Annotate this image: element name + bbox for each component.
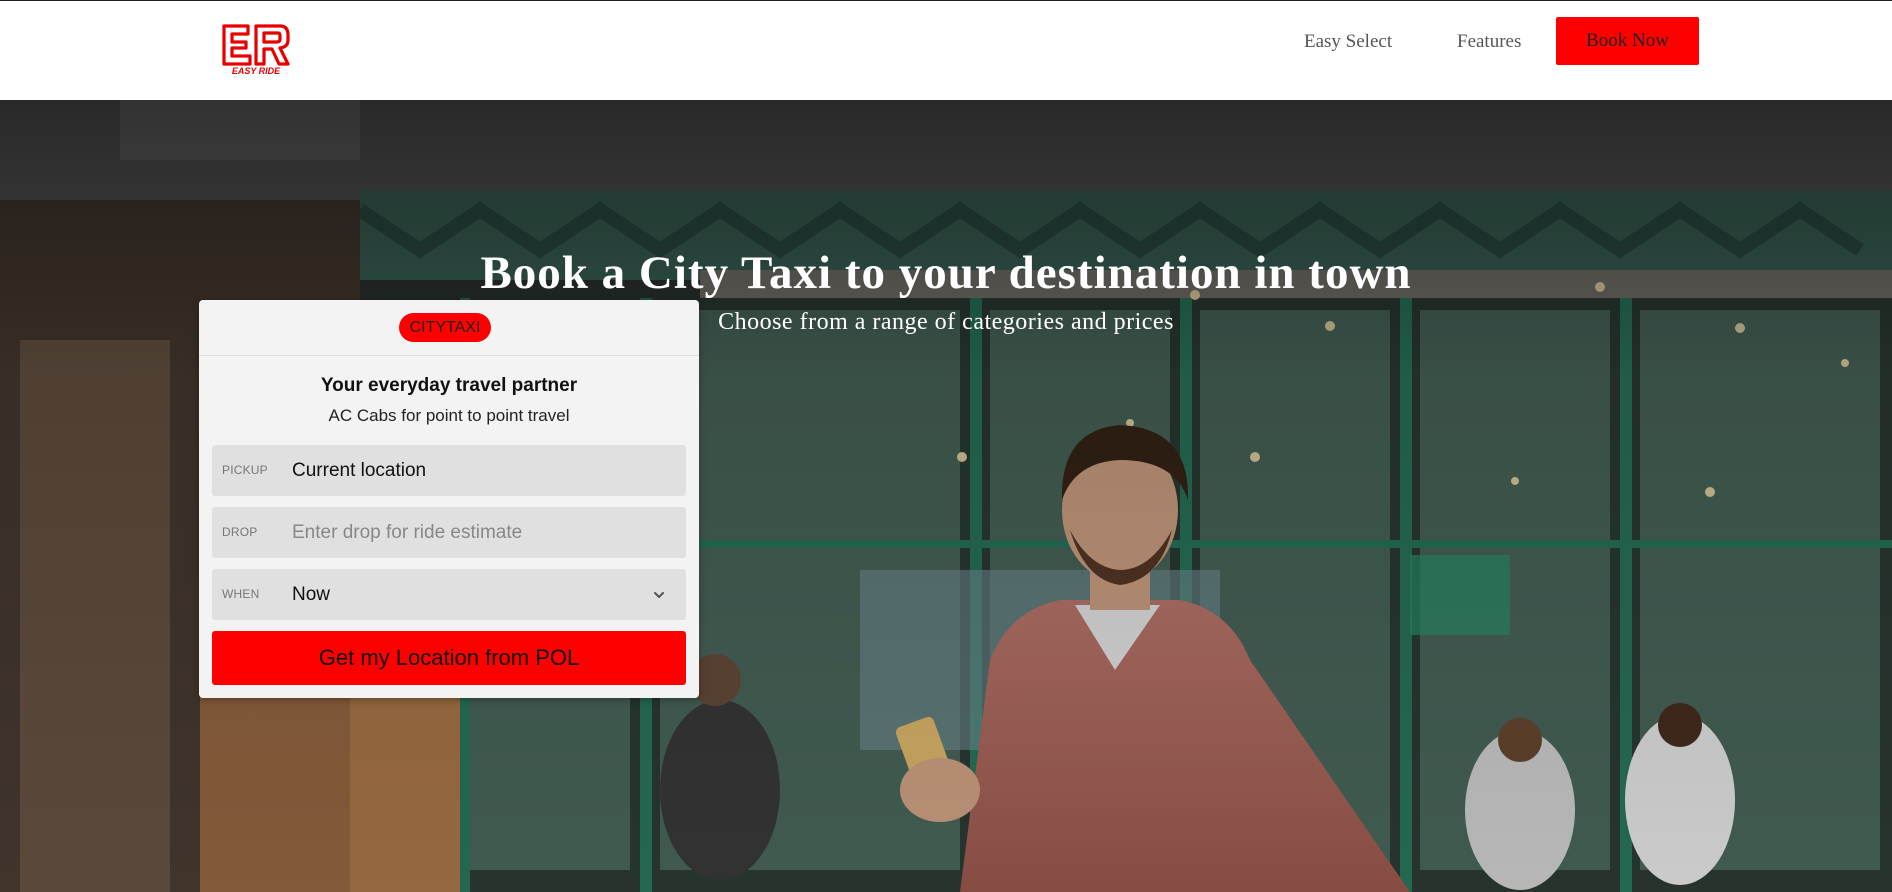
- booking-card-title: Your everyday travel partner: [320, 375, 578, 396]
- pickup-input[interactable]: [292, 445, 672, 496]
- navbar: EASY RIDE Easy Select Features Book Now: [0, 1, 1892, 82]
- booking-card-header: CITYTAXI: [199, 300, 699, 356]
- drop-input[interactable]: [292, 507, 672, 558]
- nav-easy-select[interactable]: Easy Select: [1304, 31, 1392, 53]
- drop-field[interactable]: DROP: [212, 507, 686, 558]
- book-now-button[interactable]: Book Now: [1556, 17, 1699, 65]
- when-select[interactable]: WHEN Now: [212, 569, 686, 620]
- logo-lettering: EASY RIDE: [232, 66, 281, 76]
- pickup-field[interactable]: PICKUP: [212, 445, 686, 496]
- citytaxi-badge[interactable]: CITYTAXI: [399, 313, 491, 342]
- header-spacer: [0, 82, 1892, 100]
- when-label: WHEN: [222, 587, 260, 601]
- when-selected-value: Now: [292, 584, 331, 605]
- booking-card-subtitle: AC Cabs for point to point travel: [328, 406, 570, 425]
- hero-title: Book a City Taxi to your destination in …: [480, 247, 1412, 299]
- pickup-label: PICKUP: [222, 463, 268, 477]
- chevron-down-icon: [654, 592, 664, 598]
- nav-features[interactable]: Features: [1457, 31, 1521, 53]
- get-location-button[interactable]: Get my Location from POL: [212, 631, 686, 685]
- easy-ride-logo[interactable]: EASY RIDE: [218, 22, 292, 76]
- drop-label: DROP: [222, 525, 258, 539]
- booking-card: CITYTAXI Your everyday travel partner AC…: [199, 300, 699, 698]
